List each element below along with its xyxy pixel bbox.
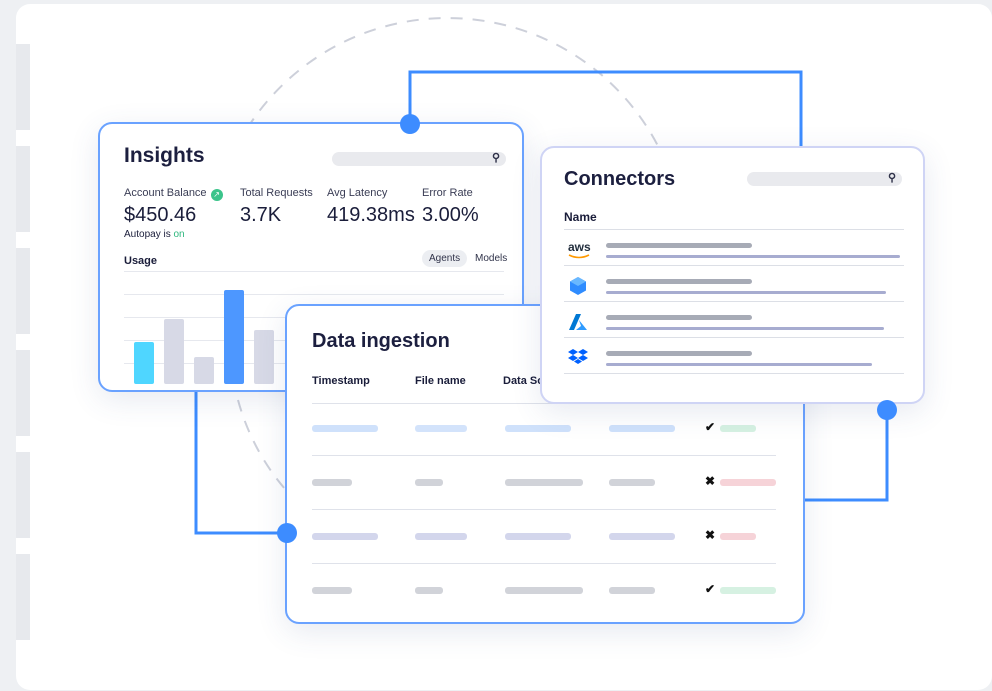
- table-cell-placeholder: [609, 479, 655, 486]
- connector-row-aws[interactable]: aws: [564, 229, 904, 265]
- metric-value-balance: $450.46: [124, 204, 197, 226]
- table-cell-placeholder: [415, 479, 443, 486]
- connectors-title: Connectors: [564, 168, 676, 190]
- connector-row-2[interactable]: [564, 265, 904, 301]
- usage-bar: [254, 330, 274, 384]
- connector-row-divider: [564, 373, 904, 402]
- usage-gridline: [124, 271, 504, 272]
- metric-label-error-rate: Error Rate: [422, 187, 473, 199]
- column-header-data-source: Data So: [503, 375, 544, 387]
- table-cell-placeholder: [312, 533, 378, 540]
- column-header-timestamp: Timestamp: [312, 375, 370, 387]
- check-icon: ✔: [705, 582, 716, 596]
- usage-bar: [164, 319, 184, 384]
- aws-logo-icon: aws: [568, 240, 592, 259]
- azure-icon: [568, 312, 592, 330]
- status-badge: [720, 425, 756, 432]
- table-cell-placeholder: [415, 587, 443, 594]
- insights-search-input[interactable]: ⚲: [332, 152, 506, 166]
- status-badge: [720, 479, 776, 486]
- table-cell-placeholder: [505, 533, 571, 540]
- connector-row-azure[interactable]: [564, 301, 904, 337]
- cross-icon: ✖: [705, 528, 716, 542]
- metric-value-requests: 3.7K: [240, 204, 282, 226]
- usage-bar: [194, 357, 214, 384]
- table-cell-placeholder: [415, 425, 467, 432]
- connector-node: [277, 523, 297, 543]
- metric-label-requests: Total Requests: [240, 187, 313, 199]
- table-cell-placeholder: [609, 533, 675, 540]
- dropbox-icon: [568, 348, 592, 366]
- status-badge: [720, 533, 756, 540]
- cross-icon: ✖: [705, 474, 716, 488]
- metric-value-error-rate: 3.00%: [422, 204, 479, 226]
- connectors-card: Connectors ⚲ Name aws: [540, 146, 925, 404]
- usage-bar: [134, 342, 154, 384]
- table-cell-placeholder: [312, 479, 352, 486]
- column-header-file-name: File name: [415, 375, 466, 387]
- metric-label-balance: Account Balance ↗: [124, 187, 223, 201]
- autopay-status: Autopay is on: [124, 229, 185, 240]
- row-divider: [312, 455, 776, 456]
- connector-row-dropbox[interactable]: [564, 337, 904, 373]
- table-cell-placeholder: [505, 425, 571, 432]
- search-icon: ⚲: [887, 172, 896, 184]
- table-cell-placeholder: [505, 587, 583, 594]
- check-icon: ✔: [705, 420, 716, 434]
- row-divider: [312, 509, 776, 510]
- usage-bar: [224, 290, 244, 384]
- usage-title: Usage: [124, 255, 158, 267]
- table-cell-placeholder: [312, 425, 378, 432]
- arrow-up-right-icon: ↗: [210, 189, 223, 201]
- metric-label-latency: Avg Latency: [327, 187, 388, 199]
- row-divider: [312, 563, 776, 564]
- ingestion-title: Data ingestion: [312, 330, 450, 352]
- table-cell-placeholder: [609, 425, 675, 432]
- hexagon-icon: [568, 276, 592, 295]
- toggle-models[interactable]: Models: [468, 250, 514, 267]
- table-cell-placeholder: [415, 533, 467, 540]
- connector-node: [877, 400, 897, 420]
- search-icon: ⚲: [491, 152, 500, 164]
- table-cell-placeholder: [505, 479, 583, 486]
- metric-value-latency: 419.38ms: [327, 204, 415, 226]
- table-cell-placeholder: [609, 587, 655, 594]
- connectors-search-input[interactable]: ⚲: [747, 172, 902, 186]
- table-cell-placeholder: [312, 587, 352, 594]
- connector-node: [400, 114, 420, 134]
- toggle-agents[interactable]: Agents: [422, 250, 468, 267]
- insights-title: Insights: [124, 144, 205, 167]
- status-badge: [720, 587, 776, 594]
- column-header-name: Name: [564, 210, 597, 224]
